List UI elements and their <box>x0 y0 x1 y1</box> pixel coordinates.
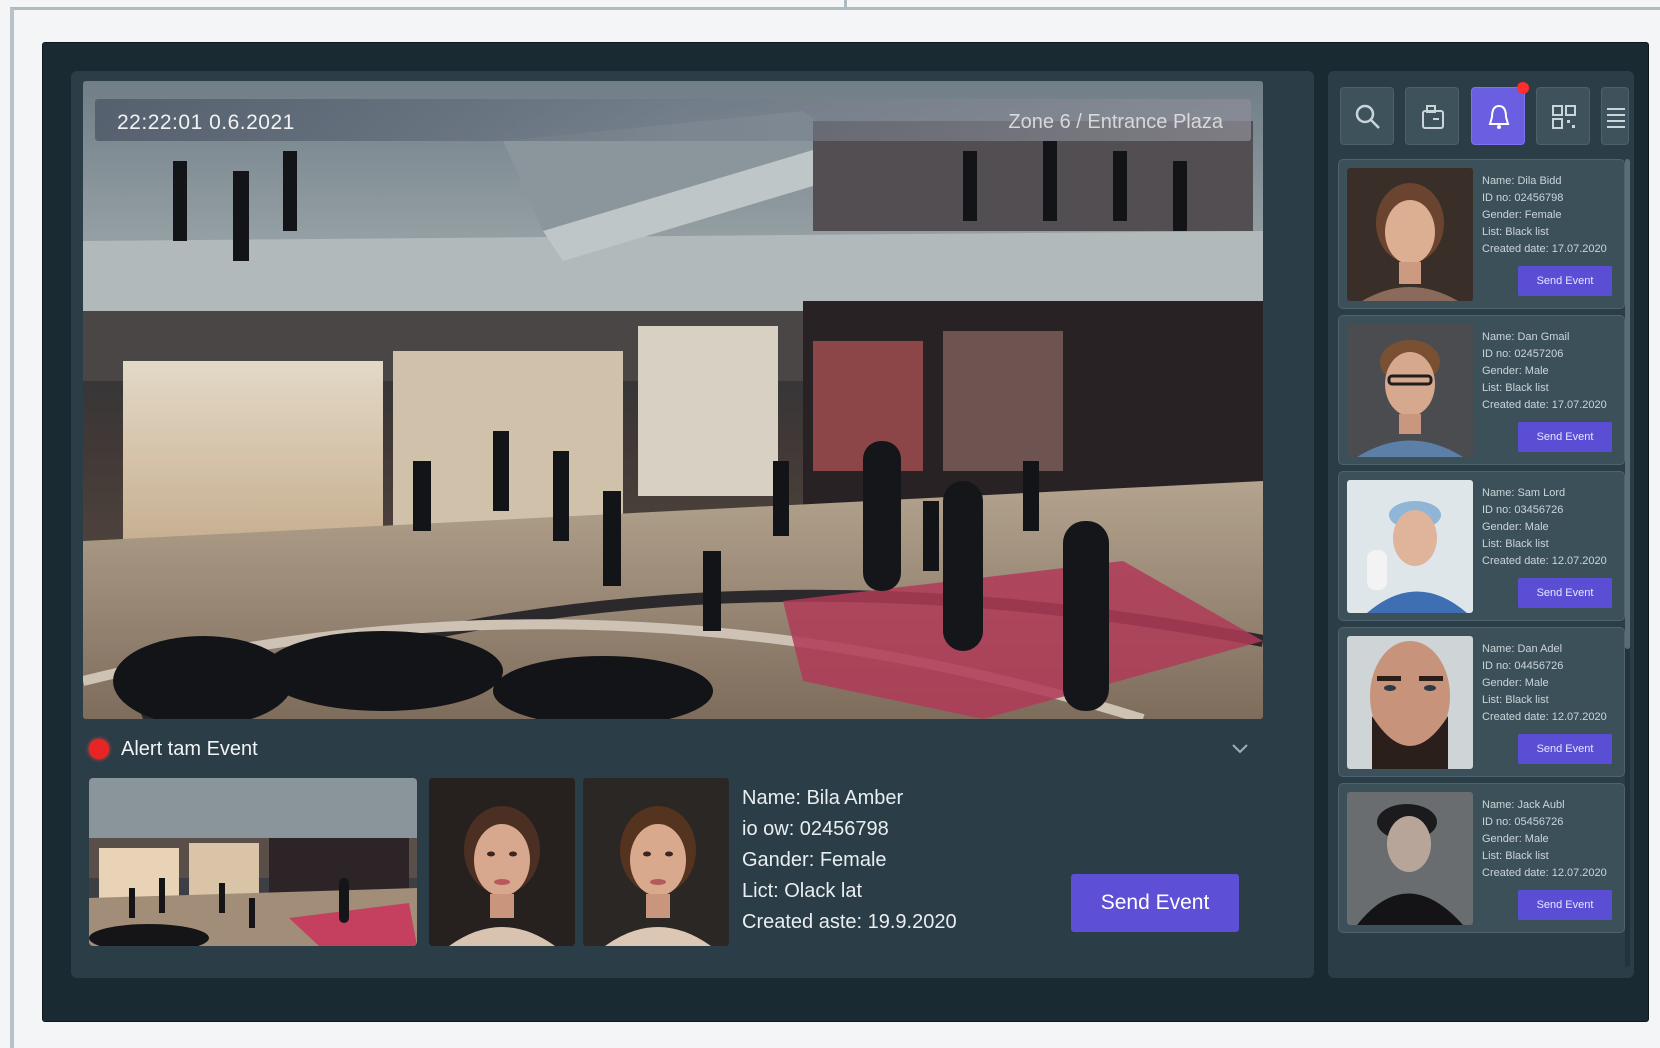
person-card[interactable]: Name: Dan Gmail ID no: 02457206 Gender: … <box>1338 315 1625 465</box>
device-button[interactable] <box>1405 87 1459 145</box>
camera-timestamp: 22:22:01 0.6.2021 <box>117 111 295 134</box>
notification-badge <box>1517 82 1529 94</box>
person-send-event-button[interactable]: Send Event <box>1518 734 1612 764</box>
person-photo-image <box>1347 792 1473 925</box>
notifications-button[interactable] <box>1471 82 1529 145</box>
qr-button[interactable] <box>1536 87 1590 145</box>
photo-frame-notch <box>844 0 847 10</box>
event-id: io ow: 02456798 <box>742 818 889 840</box>
monitor-screen: 22:22:01 0.6.2021 Zone 6 / Entrance Plaz… <box>43 43 1648 1021</box>
person-card[interactable]: Name: Jack Aubl ID no: 05456726 Gender: … <box>1338 783 1625 933</box>
search-icon <box>1355 104 1380 129</box>
alert-status-dot <box>89 739 109 759</box>
person-photo-image <box>1347 324 1473 457</box>
reference-photo-image <box>583 778 729 946</box>
event-face-capture[interactable] <box>429 778 575 946</box>
camera-location: Zone 6 / Entrance Plaza <box>1008 111 1223 133</box>
menu-icon <box>1607 108 1625 128</box>
send-event-button[interactable]: Send Event <box>1071 874 1239 932</box>
event-list: Lict: Olack lat <box>742 880 863 902</box>
event-details: Name: Bila Amber io ow: 02456798 Gander:… <box>742 783 957 938</box>
side-panel: Name: Dila Bidd ID no: 02456798 Gender: … <box>1328 71 1634 978</box>
event-reference-photo[interactable] <box>583 778 729 946</box>
event-gender: Gander: Female <box>742 849 887 871</box>
search-button[interactable] <box>1340 87 1394 145</box>
scrollbar-thumb[interactable] <box>1625 159 1630 649</box>
person-photo <box>1347 480 1473 613</box>
bell-icon <box>1488 104 1510 129</box>
person-send-event-button[interactable]: Send Event <box>1518 578 1612 608</box>
menu-button[interactable] <box>1601 87 1629 145</box>
person-details: Name: Jack Aubl ID no: 05456726 Gender: … <box>1482 799 1607 879</box>
event-name: Name: Bila Amber <box>742 787 904 809</box>
device-icon <box>1422 105 1444 129</box>
person-details: Name: Sam Lord ID no: 03456726 Gender: M… <box>1482 487 1607 567</box>
person-details: Name: Dan Gmail ID no: 02457206 Gender: … <box>1482 331 1607 411</box>
camera-feed[interactable]: 22:22:01 0.6.2021 Zone 6 / Entrance Plaz… <box>83 81 1263 719</box>
qr-icon <box>1552 105 1576 129</box>
alert-header[interactable]: Alert tam Event <box>83 729 1263 769</box>
person-details: Name: Dan Adel ID no: 04456726 Gender: M… <box>1482 643 1607 723</box>
person-card[interactable]: Name: Dan Adel ID no: 04456726 Gender: M… <box>1338 627 1625 777</box>
person-photo <box>1347 324 1473 457</box>
person-photo <box>1347 792 1473 925</box>
person-details: Name: Dila Bidd ID no: 02456798 Gender: … <box>1482 175 1607 255</box>
event-created-date: Created aste: 19.9.2020 <box>742 911 957 933</box>
person-photo <box>1347 168 1473 301</box>
person-card[interactable]: Name: Sam Lord ID no: 03456726 Gender: M… <box>1338 471 1625 621</box>
person-photo-image <box>1347 168 1473 301</box>
photo-frame-top <box>10 0 1660 10</box>
person-photo-image <box>1347 636 1473 769</box>
face-capture-image <box>429 778 575 946</box>
scene-thumbnail-image <box>89 778 417 946</box>
person-send-event-button[interactable]: Send Event <box>1518 890 1612 920</box>
event-scene-thumbnail[interactable] <box>89 778 417 946</box>
main-panel: 22:22:01 0.6.2021 Zone 6 / Entrance Plaz… <box>71 71 1314 978</box>
mall-scene-illustration <box>83 81 1263 719</box>
photo-frame-left <box>10 8 14 1048</box>
alert-title: Alert tam Event <box>121 738 258 760</box>
person-send-event-button[interactable]: Send Event <box>1518 422 1612 452</box>
person-photo <box>1347 636 1473 769</box>
person-photo-image <box>1347 480 1473 613</box>
person-card[interactable]: Name: Dila Bidd ID no: 02456798 Gender: … <box>1338 159 1625 309</box>
person-send-event-button[interactable]: Send Event <box>1518 266 1612 296</box>
chevron-down-icon[interactable] <box>1229 737 1251 759</box>
